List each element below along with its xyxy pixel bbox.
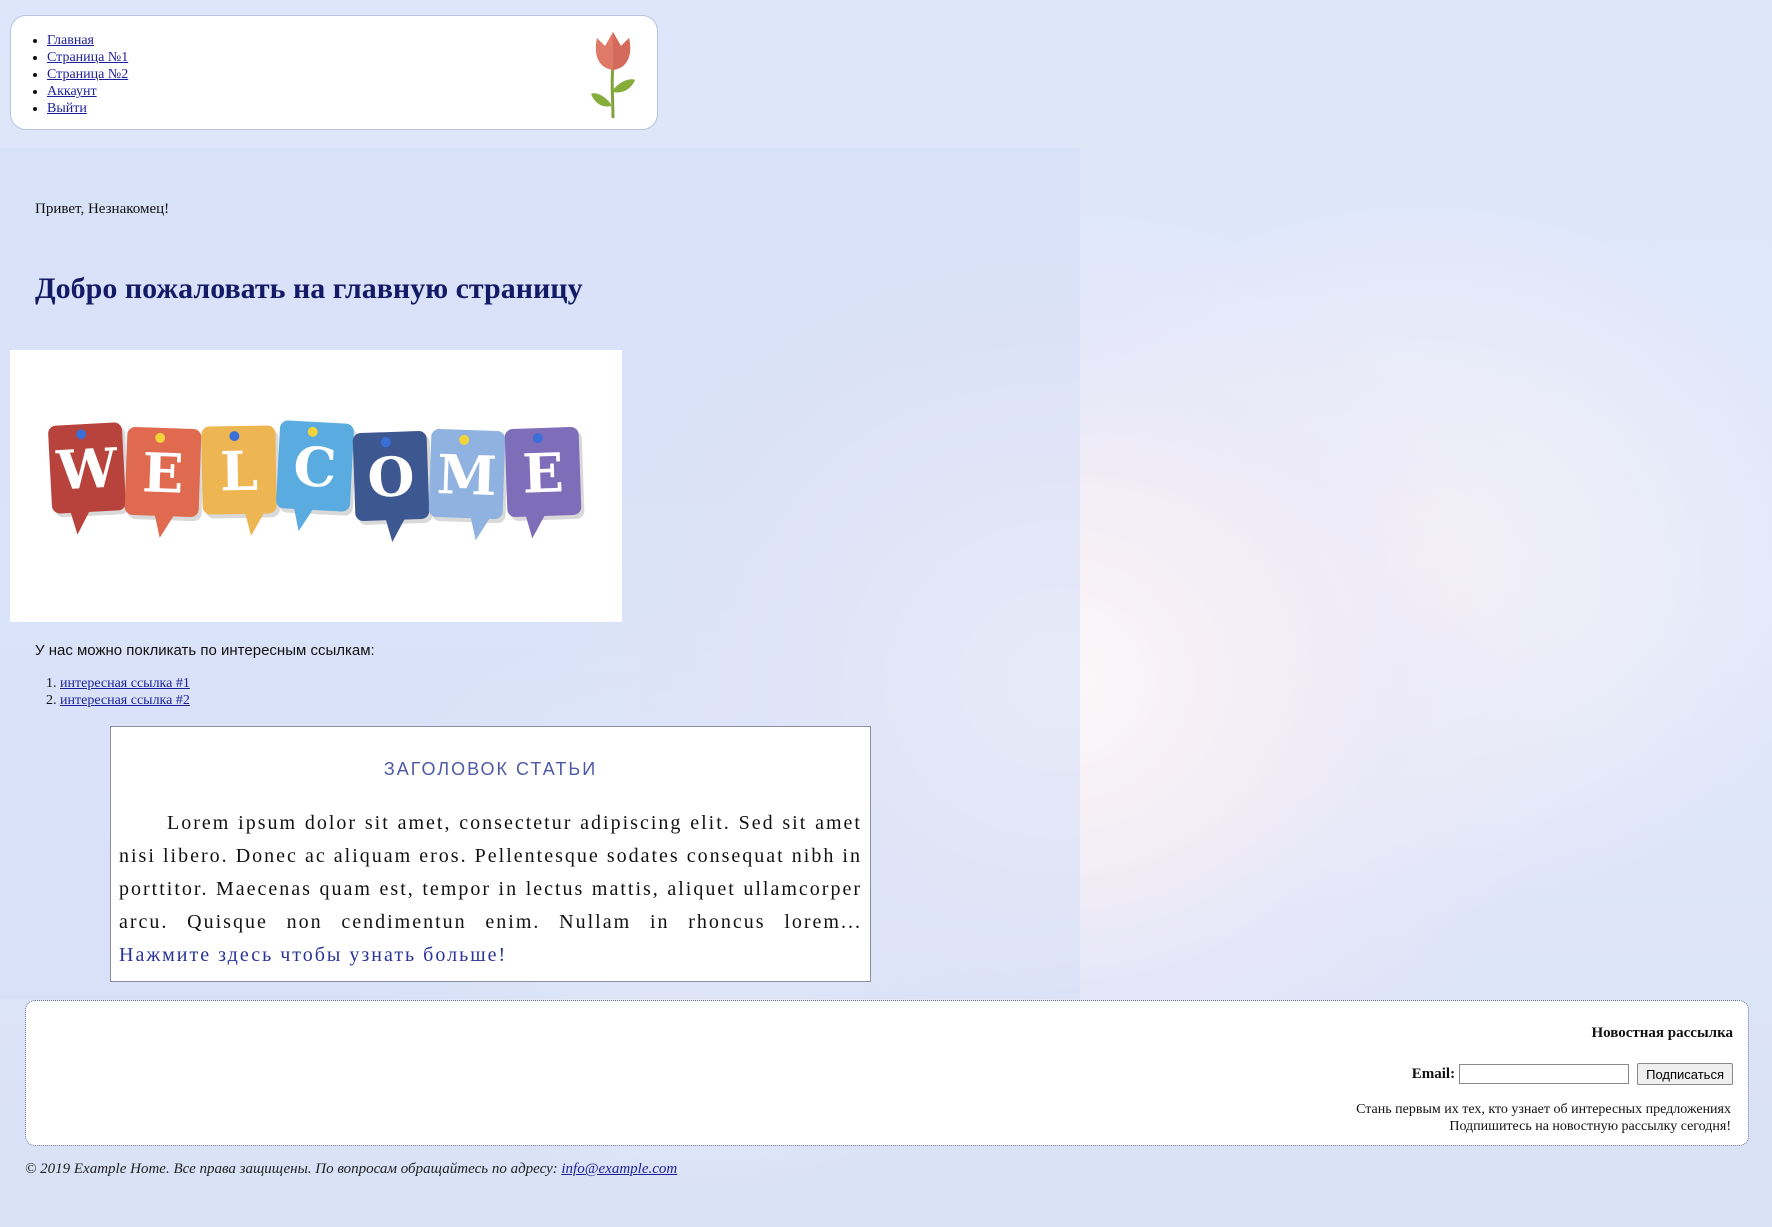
article-body: Lorem ipsum dolor sit amet, consectetur … [119,812,862,933]
welcome-bubble: W [48,422,130,535]
welcome-letter: W [54,435,120,502]
interesting-link-2[interactable]: интересная ссылка #2 [60,693,190,708]
nav-link-logout[interactable]: Выйти [47,101,87,116]
welcome-image: WELCOME [10,350,622,622]
newsletter-note-line1: Стань первым их тех, кто узнает об интер… [1356,1102,1731,1117]
welcome-bubble: E [504,427,585,539]
nav-link-page1[interactable]: Страница №1 [47,50,128,65]
newsletter-note-line2: Подпишитесь на новостную рассылку сегодн… [1449,1119,1731,1134]
welcome-bubble: L [201,425,280,536]
greeting-text: Привет, Незнакомец! [35,201,170,217]
welcome-banner: WELCOME [48,420,585,542]
welcome-letter: M [436,442,498,508]
nav-item-home: Главная [47,32,128,49]
nav-link-home[interactable]: Главная [47,33,94,48]
welcome-bubble: C [276,420,357,532]
nav-link-page2[interactable]: Страница №2 [47,67,128,82]
newsletter-box: Новостная рассылка Email: Подписаться Ст… [25,1000,1749,1146]
article-text: Lorem ipsum dolor sit amet, consectetur … [119,807,862,972]
nav-link-account[interactable]: Аккаунт [47,84,97,99]
welcome-bubble: O [352,431,433,542]
welcome-letter: O [366,444,415,510]
tulip-icon [591,32,635,119]
nav-menu: Главная Страница №1 Страница №2 Аккаунт … [22,32,128,117]
welcome-bubble: M [428,429,509,541]
welcome-bubble: E [124,427,205,538]
newsletter-title: Новостная рассылка [1591,1025,1733,1041]
nav-item-logout: Выйти [47,100,128,117]
welcome-letter: E [521,440,564,505]
nav-box: Главная Страница №1 Страница №2 Аккаунт … [10,15,658,130]
welcome-letter: C [292,434,338,500]
welcome-letter: L [219,439,258,504]
footer-text: © 2019 Example Home. Все права защищены.… [25,1161,558,1177]
email-field[interactable] [1459,1064,1630,1084]
nav-item-page2: Страница №2 [47,66,128,83]
footer-email-link[interactable]: info@example.com [561,1161,677,1177]
interesting-link-1[interactable]: интересная ссылка #1 [60,676,190,691]
footer: © 2019 Example Home. Все права защищены.… [25,1161,677,1178]
subscribe-button[interactable]: Подписаться [1637,1063,1733,1085]
list-item: интересная ссылка #2 [60,692,190,709]
welcome-letter: E [141,440,184,505]
article-card: ЗАГОЛОВОК СТАТЬИ Lorem ipsum dolor sit a… [110,726,871,982]
nav-item-account: Аккаунт [47,83,128,100]
interesting-links-list: интересная ссылка #1 интересная ссылка #… [35,675,190,709]
newsletter-note: Стань первым их тех, кто узнает об интер… [1356,1101,1731,1135]
page-title: Добро пожаловать на главную страницу [35,272,583,305]
email-label: Email: [1411,1065,1456,1082]
list-item: интересная ссылка #1 [60,675,190,692]
nav-item-page1: Страница №1 [47,49,128,66]
read-more-link[interactable]: Нажмите здесь чтобы узнать больше! [119,944,507,966]
article-title: ЗАГОЛОВОК СТАТЬИ [383,759,598,779]
newsletter-form: Email: Подписаться [1412,1063,1733,1085]
links-intro: У нас можно покликать по интересным ссыл… [35,642,375,659]
